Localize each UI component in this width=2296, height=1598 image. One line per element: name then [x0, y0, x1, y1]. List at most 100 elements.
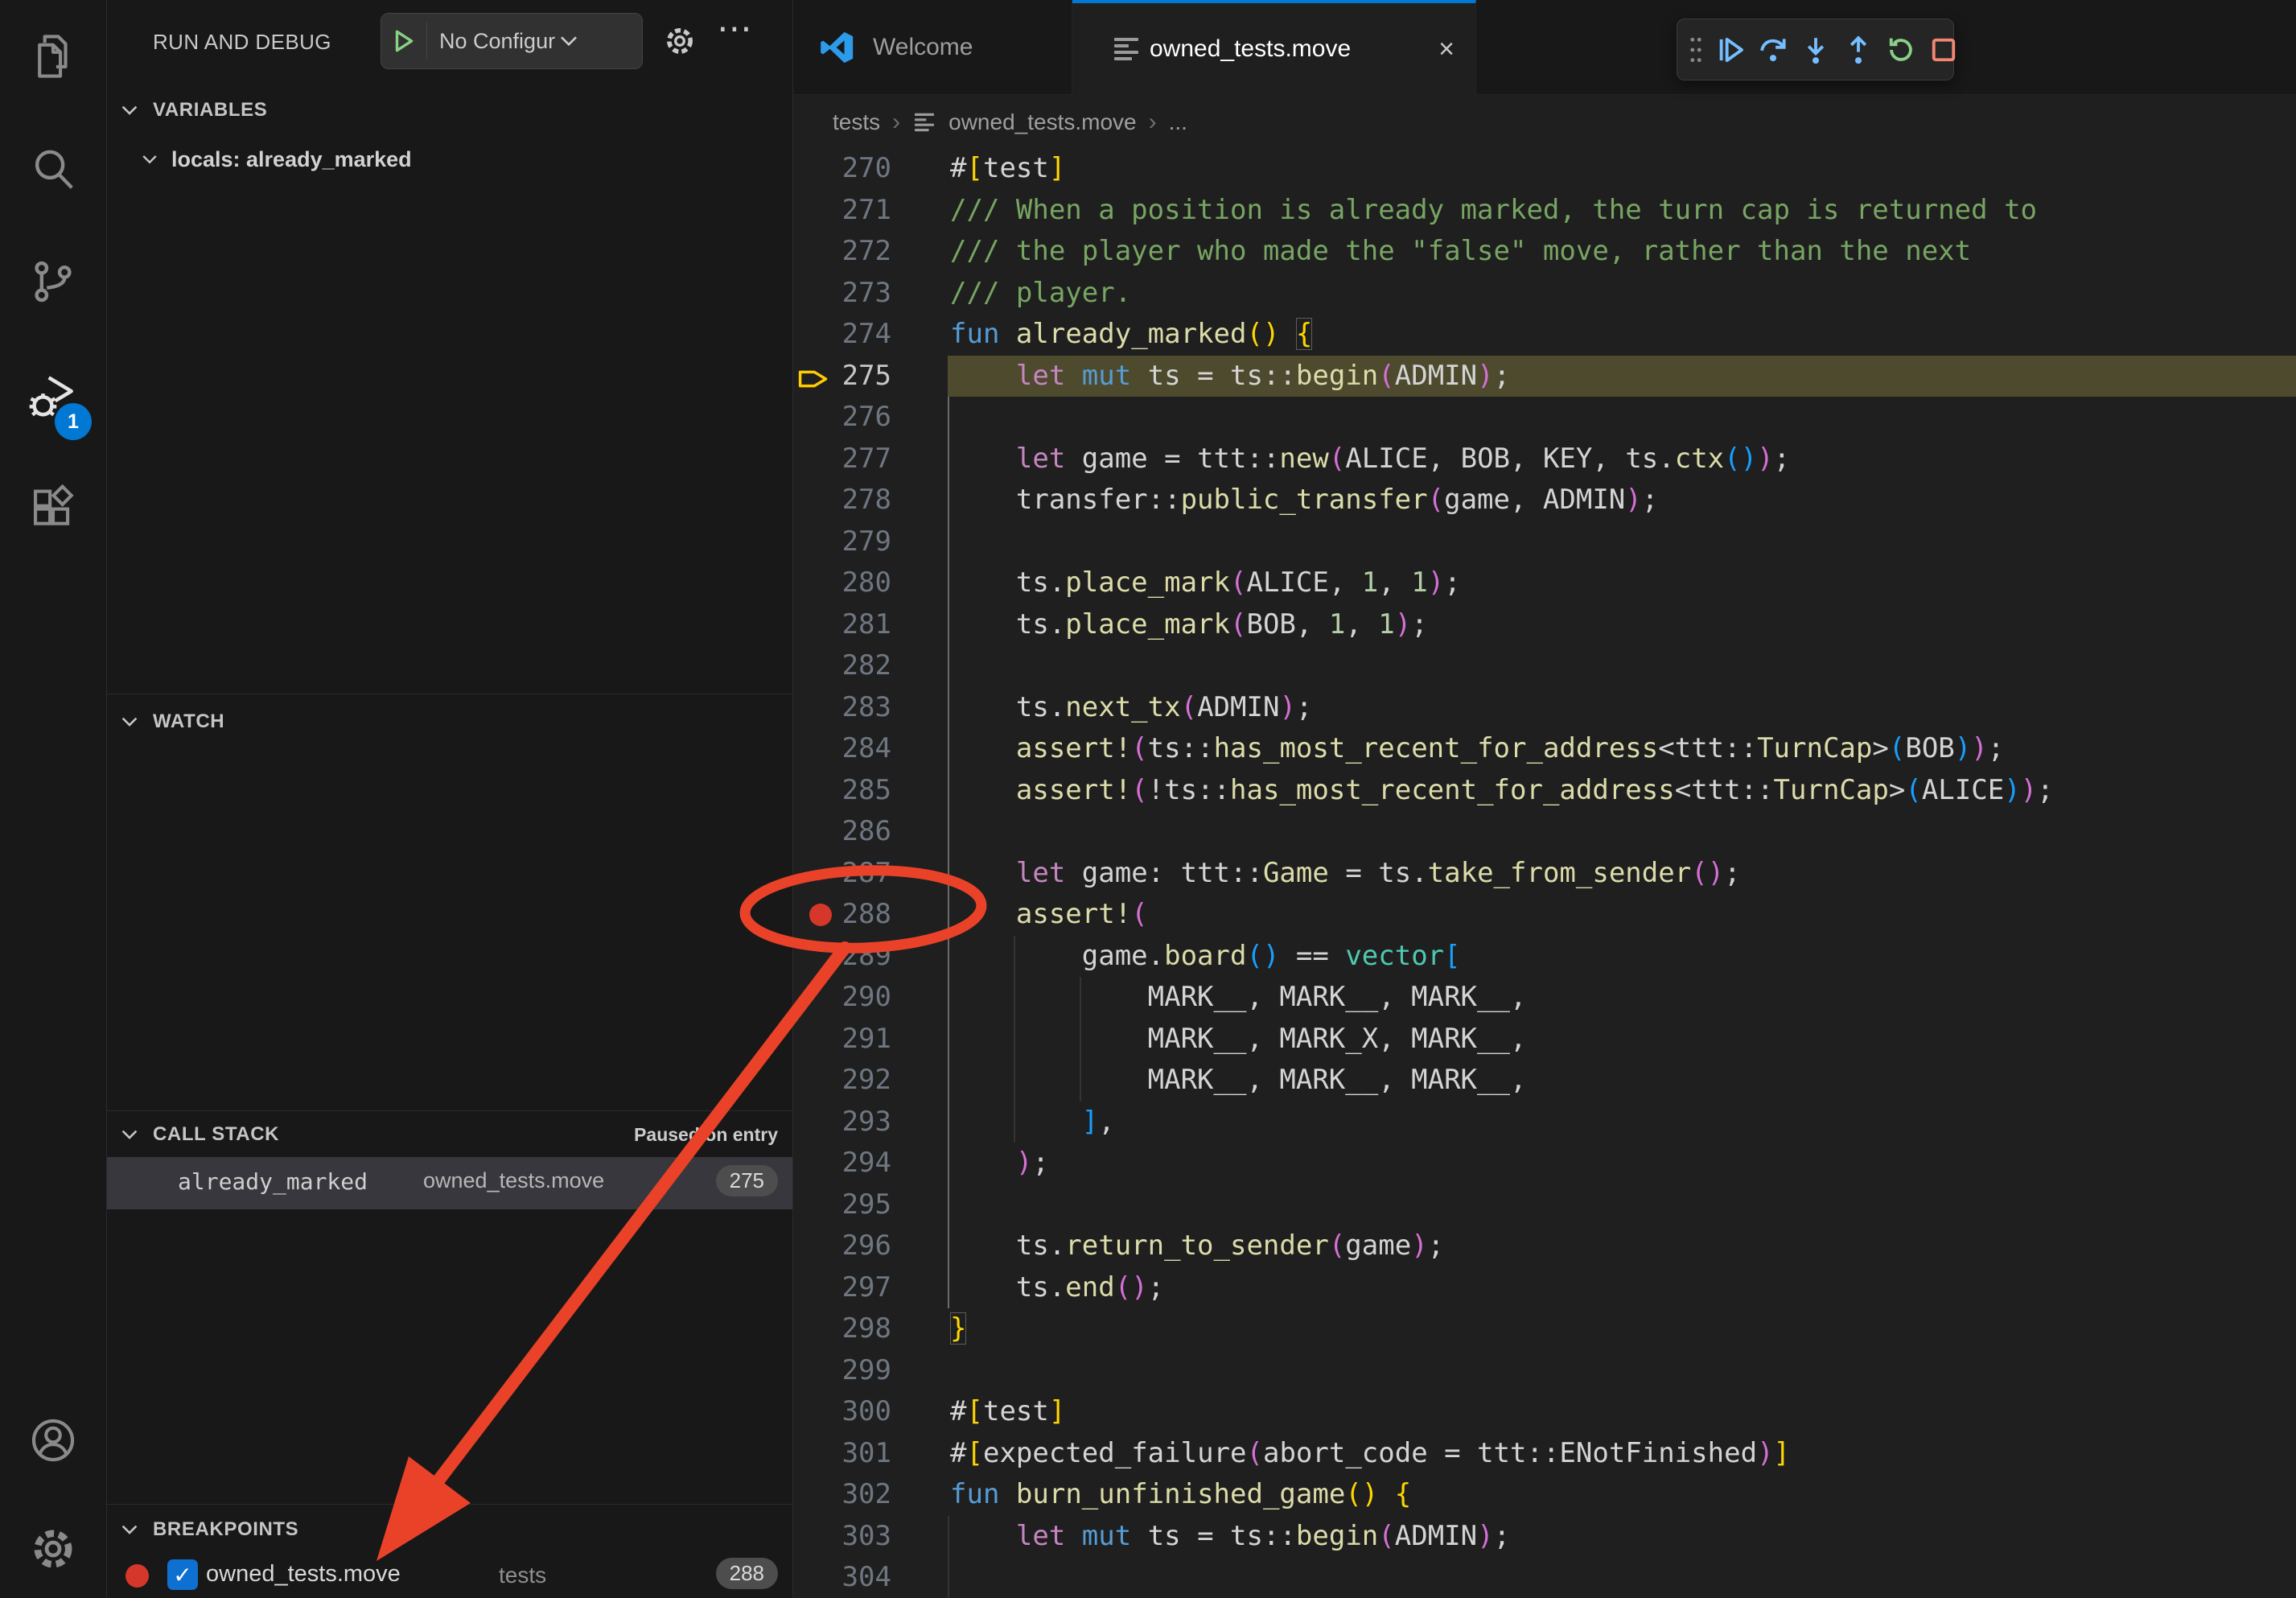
line-number[interactable]: 299	[793, 1350, 891, 1392]
line-number[interactable]: 292	[793, 1060, 891, 1102]
source-control-icon[interactable]	[0, 237, 106, 326]
search-icon[interactable]	[0, 125, 106, 213]
line-number[interactable]: 276	[793, 397, 891, 439]
line-number[interactable]: 287	[793, 853, 891, 895]
line-number[interactable]: 286	[793, 811, 891, 853]
close-icon[interactable]: ×	[1438, 35, 1455, 63]
code-line-280[interactable]: 280 ts.place_mark(ALICE, 1, 1);	[793, 562, 2296, 604]
code-line-274[interactable]: 274fun already_marked() {	[793, 314, 2296, 356]
code-line-297[interactable]: 297 ts.end();	[793, 1267, 2296, 1309]
code-line-288[interactable]: 288 assert!(	[793, 894, 2296, 936]
breakpoint-checkbox[interactable]: ✓	[167, 1559, 198, 1590]
account-icon[interactable]	[0, 1396, 106, 1485]
step-into-button[interactable]	[1799, 27, 1833, 72]
debug-settings-gear-icon[interactable]	[662, 11, 697, 71]
debug-config-dropdown[interactable]: No Configur	[381, 13, 643, 69]
code-line-295[interactable]: 295	[793, 1184, 2296, 1226]
tab-owned-tests-move[interactable]: owned_tests.move ×	[1072, 0, 1476, 95]
line-number[interactable]: 298	[793, 1308, 891, 1350]
code-line-279[interactable]: 279	[793, 521, 2296, 563]
code-line-303[interactable]: 303 let mut ts = ts::begin(ADMIN);	[793, 1516, 2296, 1558]
code-line-304[interactable]: 304	[793, 1557, 2296, 1598]
line-number[interactable]: 297	[793, 1267, 891, 1309]
explorer-icon[interactable]	[0, 12, 106, 101]
line-number[interactable]: 279	[793, 521, 891, 563]
extensions-icon[interactable]	[0, 463, 106, 551]
call-stack-frame[interactable]: already_marked owned_tests.move 275	[107, 1157, 792, 1209]
line-number[interactable]: 301	[793, 1433, 891, 1475]
toolbar-drag-grip[interactable]	[1687, 27, 1705, 72]
step-over-button[interactable]	[1756, 27, 1790, 72]
code-line-273[interactable]: 273/// player.	[793, 273, 2296, 315]
section-watch[interactable]: WATCH	[107, 697, 792, 747]
tab-welcome[interactable]: Welcome	[793, 0, 1072, 95]
breadcrumb-folder[interactable]: tests	[833, 109, 880, 135]
code-line-281[interactable]: 281 ts.place_mark(BOB, 1, 1);	[793, 604, 2296, 646]
line-number[interactable]: 278	[793, 480, 891, 521]
code-line-296[interactable]: 296 ts.return_to_sender(game);	[793, 1225, 2296, 1267]
code-line-275[interactable]: 275 let mut ts = ts::begin(ADMIN);	[793, 356, 2296, 397]
line-number[interactable]: 272	[793, 231, 891, 273]
code-line-300[interactable]: 300#[test]	[793, 1391, 2296, 1433]
code-line-301[interactable]: 301#[expected_failure(abort_code = ttt::…	[793, 1433, 2296, 1475]
code-line-277[interactable]: 277 let game = ttt::new(ALICE, BOB, KEY,…	[793, 439, 2296, 480]
line-number[interactable]: 302	[793, 1474, 891, 1516]
code-line-299[interactable]: 299	[793, 1350, 2296, 1392]
line-number[interactable]: 283	[793, 687, 891, 729]
variables-scope-locals[interactable]: locals: already_marked	[107, 135, 792, 183]
section-variables[interactable]: VARIABLES	[107, 85, 792, 135]
line-number[interactable]: 288	[793, 894, 891, 936]
breakpoint-dot-icon[interactable]	[809, 904, 832, 926]
code-line-298[interactable]: 298}	[793, 1308, 2296, 1350]
line-number[interactable]: 300	[793, 1391, 891, 1433]
line-number[interactable]: 294	[793, 1143, 891, 1184]
code-line-278[interactable]: 278 transfer::public_transfer(game, ADMI…	[793, 480, 2296, 521]
line-number[interactable]: 289	[793, 936, 891, 978]
code-line-286[interactable]: 286	[793, 811, 2296, 853]
line-number[interactable]: 284	[793, 728, 891, 770]
breadcrumb-symbol[interactable]: ...	[1169, 109, 1187, 135]
restart-button[interactable]	[1884, 27, 1918, 72]
section-breakpoints[interactable]: BREAKPOINTS	[107, 1506, 792, 1553]
line-number[interactable]: 293	[793, 1102, 891, 1143]
code-line-283[interactable]: 283 ts.next_tx(ADMIN);	[793, 687, 2296, 729]
code-line-302[interactable]: 302fun burn_unfinished_game() {	[793, 1474, 2296, 1516]
line-number[interactable]: 291	[793, 1019, 891, 1061]
line-number[interactable]: 270	[793, 148, 891, 190]
code-line-291[interactable]: 291 MARK__, MARK_X, MARK__,	[793, 1019, 2296, 1061]
settings-gear-icon[interactable]	[0, 1505, 106, 1593]
step-out-button[interactable]	[1841, 27, 1875, 72]
line-number[interactable]: 281	[793, 604, 891, 646]
line-number[interactable]: 273	[793, 273, 891, 315]
line-number[interactable]: 290	[793, 977, 891, 1019]
line-number[interactable]: 280	[793, 562, 891, 604]
continue-button[interactable]	[1714, 27, 1747, 72]
line-number[interactable]: 277	[793, 439, 891, 480]
code-line-272[interactable]: 272/// the player who made the "false" m…	[793, 231, 2296, 273]
line-number[interactable]: 274	[793, 314, 891, 356]
stop-button[interactable]	[1927, 27, 1961, 72]
code-line-290[interactable]: 290 MARK__, MARK__, MARK__,	[793, 977, 2296, 1019]
code-line-282[interactable]: 282	[793, 645, 2296, 687]
line-number[interactable]: 304	[793, 1557, 891, 1598]
line-number[interactable]: 295	[793, 1184, 891, 1226]
code-line-270[interactable]: 270#[test]	[793, 148, 2296, 190]
code-line-289[interactable]: 289 game.board() == vector[	[793, 936, 2296, 978]
breakpoint-list-item[interactable]: ✓ owned_tests.move tests 288	[107, 1553, 792, 1598]
code-line-287[interactable]: 287 let game: ttt::Game = ts.take_from_s…	[793, 853, 2296, 895]
code-line-293[interactable]: 293 ],	[793, 1102, 2296, 1143]
code-line-292[interactable]: 292 MARK__, MARK__, MARK__,	[793, 1060, 2296, 1102]
section-call-stack[interactable]: CALL STACK Paused on entry	[107, 1112, 792, 1157]
code-line-284[interactable]: 284 assert!(ts::has_most_recent_for_addr…	[793, 728, 2296, 770]
more-actions-icon[interactable]: ⋯	[717, 8, 752, 49]
code-line-294[interactable]: 294 );	[793, 1143, 2296, 1184]
line-number[interactable]: 296	[793, 1225, 891, 1267]
code-line-271[interactable]: 271/// When a position is already marked…	[793, 190, 2296, 232]
line-number[interactable]: 285	[793, 770, 891, 812]
code-line-285[interactable]: 285 assert!(!ts::has_most_recent_for_add…	[793, 770, 2296, 812]
start-debug-icon[interactable]	[381, 23, 427, 60]
code-line-276[interactable]: 276	[793, 397, 2296, 439]
line-number[interactable]: 271	[793, 190, 891, 232]
breadcrumb-file[interactable]: owned_tests.move	[948, 109, 1136, 135]
line-number[interactable]: 303	[793, 1516, 891, 1558]
